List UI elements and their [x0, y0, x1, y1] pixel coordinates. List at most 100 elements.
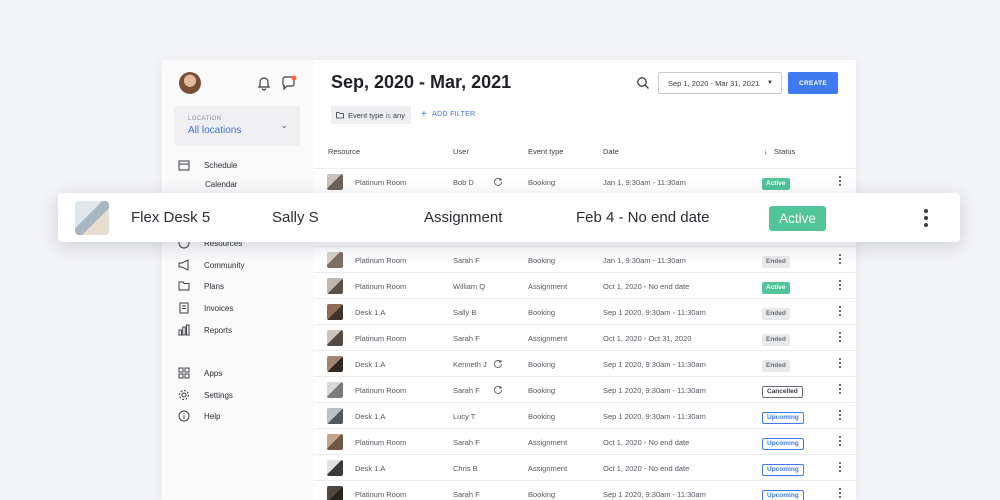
more-options-icon[interactable]	[838, 176, 842, 188]
avatar[interactable]	[179, 72, 201, 94]
sidebar-item-label: Help	[204, 411, 221, 421]
resource-cell: Platinum Room	[355, 386, 407, 395]
date-cell: Oct 1, 2020 - No end date	[603, 438, 690, 447]
more-options-icon[interactable]	[838, 306, 842, 318]
sidebar-item-community[interactable]: Community	[178, 257, 244, 273]
sidebar-item-label: Settings	[204, 390, 233, 400]
table-row[interactable]: Platinum Room Bob D Booking Jan 1, 9:30am -…	[314, 168, 856, 194]
status-badge: Upcoming	[762, 438, 804, 450]
table-row[interactable]: Platinum Room Sarah F Booking Sep 1 2020, 9…	[314, 480, 856, 500]
user-cell: Sarah F	[453, 386, 480, 395]
add-filter-label: ADD FILTER	[432, 111, 476, 118]
date-cell: Sep 1 2020, 9:30am - 11:30am	[603, 490, 706, 499]
event-type-cell: Assignment	[528, 282, 568, 291]
more-options-icon[interactable]	[838, 358, 842, 370]
resource-thumbnail	[327, 278, 343, 294]
more-options-icon[interactable]	[838, 280, 842, 292]
sidebar-item-label: Apps	[204, 368, 223, 378]
column-header-resource[interactable]: Resource	[328, 147, 360, 156]
date-range-select[interactable]: Sep 1, 2020 - Mar 31, 2021 ▼	[658, 72, 782, 94]
table-row[interactable]: Platinum Room William Q Assignment Oct 1, 2…	[314, 272, 856, 298]
table-row[interactable]: Desk 1.A Lucy T Booking Sep 1 2020, 9:30am …	[314, 402, 856, 428]
sidebar-item-plans[interactable]: Plans	[178, 278, 224, 294]
status-badge: Ended	[762, 360, 790, 372]
column-header-date[interactable]: Date	[603, 147, 619, 156]
sidebar-item-label: Schedule	[204, 160, 238, 170]
sidebar-subitem-calendar[interactable]: Calendar	[205, 180, 237, 189]
location-selector[interactable]: LOCATION All locations ⌄	[174, 106, 300, 146]
table-row[interactable]: Desk 1.A Chris B Assignment Oct 1, 2020 - N…	[314, 454, 856, 480]
resource-thumbnail	[327, 356, 343, 372]
more-options-icon[interactable]	[838, 332, 842, 344]
status-badge: Upcoming	[762, 490, 804, 500]
column-header-event-type[interactable]: Event type	[528, 147, 563, 156]
table-row[interactable]: Platinum Room Sarah F Assignment Oct 1, 202…	[314, 324, 856, 350]
date-cell: Sep 1 2020, 9:30am - 11:30am	[603, 360, 706, 369]
add-filter-button[interactable]: + ADD FILTER	[421, 109, 475, 120]
sidebar-item-schedule[interactable]: Schedule	[178, 157, 237, 173]
table-row[interactable]: Platinum Room Sarah F Booking Sep 1 2020, 9…	[314, 376, 856, 402]
sidebar-item-reports[interactable]: Reports	[178, 322, 232, 338]
status-badge: Active	[762, 282, 790, 294]
resource-cell: Desk 1.A	[355, 412, 386, 421]
user-cell: Sarah F	[453, 256, 480, 265]
user-cell: Chris B	[453, 464, 478, 473]
folder-icon	[178, 281, 190, 291]
resource-thumbnail	[327, 382, 343, 398]
create-button[interactable]: CREATE	[788, 72, 838, 94]
sidebar-item-apps[interactable]: Apps	[178, 365, 222, 381]
user-cell: Sally B	[453, 308, 477, 317]
resource-thumbnail	[327, 330, 343, 346]
more-options-icon[interactable]	[924, 209, 930, 227]
resource-cell: Platinum Room	[355, 282, 407, 291]
highlighted-row[interactable]: Flex Desk 5 Sally S Assignment Feb 4 - N…	[58, 193, 960, 242]
user-cell: Sarah F	[453, 334, 480, 343]
date-cell: Sep 1 2020, 9:30am - 11:30am	[603, 386, 706, 395]
resource-cell: Desk 1.A	[355, 308, 386, 317]
column-header-status[interactable]: Status	[774, 147, 795, 156]
column-header-user[interactable]: User	[453, 147, 469, 156]
table-row[interactable]: Desk 1.A Sally B Booking Sep 1 2020, 9:30am…	[314, 298, 856, 324]
more-options-icon[interactable]	[838, 462, 842, 474]
search-icon[interactable]	[636, 76, 650, 90]
folder-icon	[336, 112, 344, 119]
event-type-cell: Assignment	[528, 334, 568, 343]
sidebar-item-settings[interactable]: Settings	[178, 387, 233, 403]
event-type-cell: Booking	[528, 308, 556, 317]
bar-chart-icon	[178, 324, 190, 336]
table-header: Resource User Event type Date ↓ Status	[314, 142, 856, 162]
more-options-icon[interactable]	[838, 254, 842, 266]
date-cell: Oct 1, 2020 - No end date	[603, 282, 690, 291]
calendar-icon	[178, 160, 190, 171]
chat-icon[interactable]	[281, 75, 297, 91]
event-type-cell: Assignment	[528, 464, 568, 473]
sort-arrow-icon[interactable]: ↓	[764, 147, 768, 156]
more-options-icon[interactable]	[838, 410, 842, 422]
sidebar-item-invoices[interactable]: Invoices	[178, 300, 233, 316]
resource-cell: Platinum Room	[355, 178, 407, 187]
resource-thumbnail	[327, 304, 343, 320]
table-row[interactable]: Platinum Room Sarah F Assignment Oct 1, 202…	[314, 428, 856, 454]
app-window: LOCATION All locations ⌄ Schedule Calend…	[162, 60, 856, 500]
more-options-icon[interactable]	[838, 488, 842, 500]
event-type-cell: Booking	[528, 178, 556, 187]
more-options-icon[interactable]	[838, 436, 842, 448]
filter-chip[interactable]: Event type is any	[331, 106, 411, 124]
resource-cell: Platinum Room	[355, 438, 407, 447]
status-badge: Upcoming	[762, 464, 804, 476]
highlight-user: Sally S	[272, 209, 319, 226]
more-options-icon[interactable]	[838, 384, 842, 396]
location-label: LOCATION	[188, 116, 222, 122]
table-row[interactable]: Desk 1.A Kenneth J Booking Sep 1 2020, 9:30…	[314, 350, 856, 376]
sidebar-item-help[interactable]: Help	[178, 408, 220, 424]
status-badge: Active	[769, 206, 826, 231]
resource-cell: Desk 1.A	[355, 464, 386, 473]
table-row[interactable]: Platinum Room Sarah F Booking Jan 1, 9:30am…	[314, 246, 856, 272]
event-type-cell: Booking	[528, 490, 556, 499]
date-cell: Sep 1 2020, 9:30am - 11:30am	[603, 412, 706, 421]
bell-icon[interactable]	[256, 75, 272, 91]
apps-icon	[178, 367, 190, 379]
highlight-date: Feb 4 - No end date	[576, 209, 710, 226]
user-cell: Sarah F	[453, 438, 480, 447]
event-type-cell: Assignment	[528, 438, 568, 447]
